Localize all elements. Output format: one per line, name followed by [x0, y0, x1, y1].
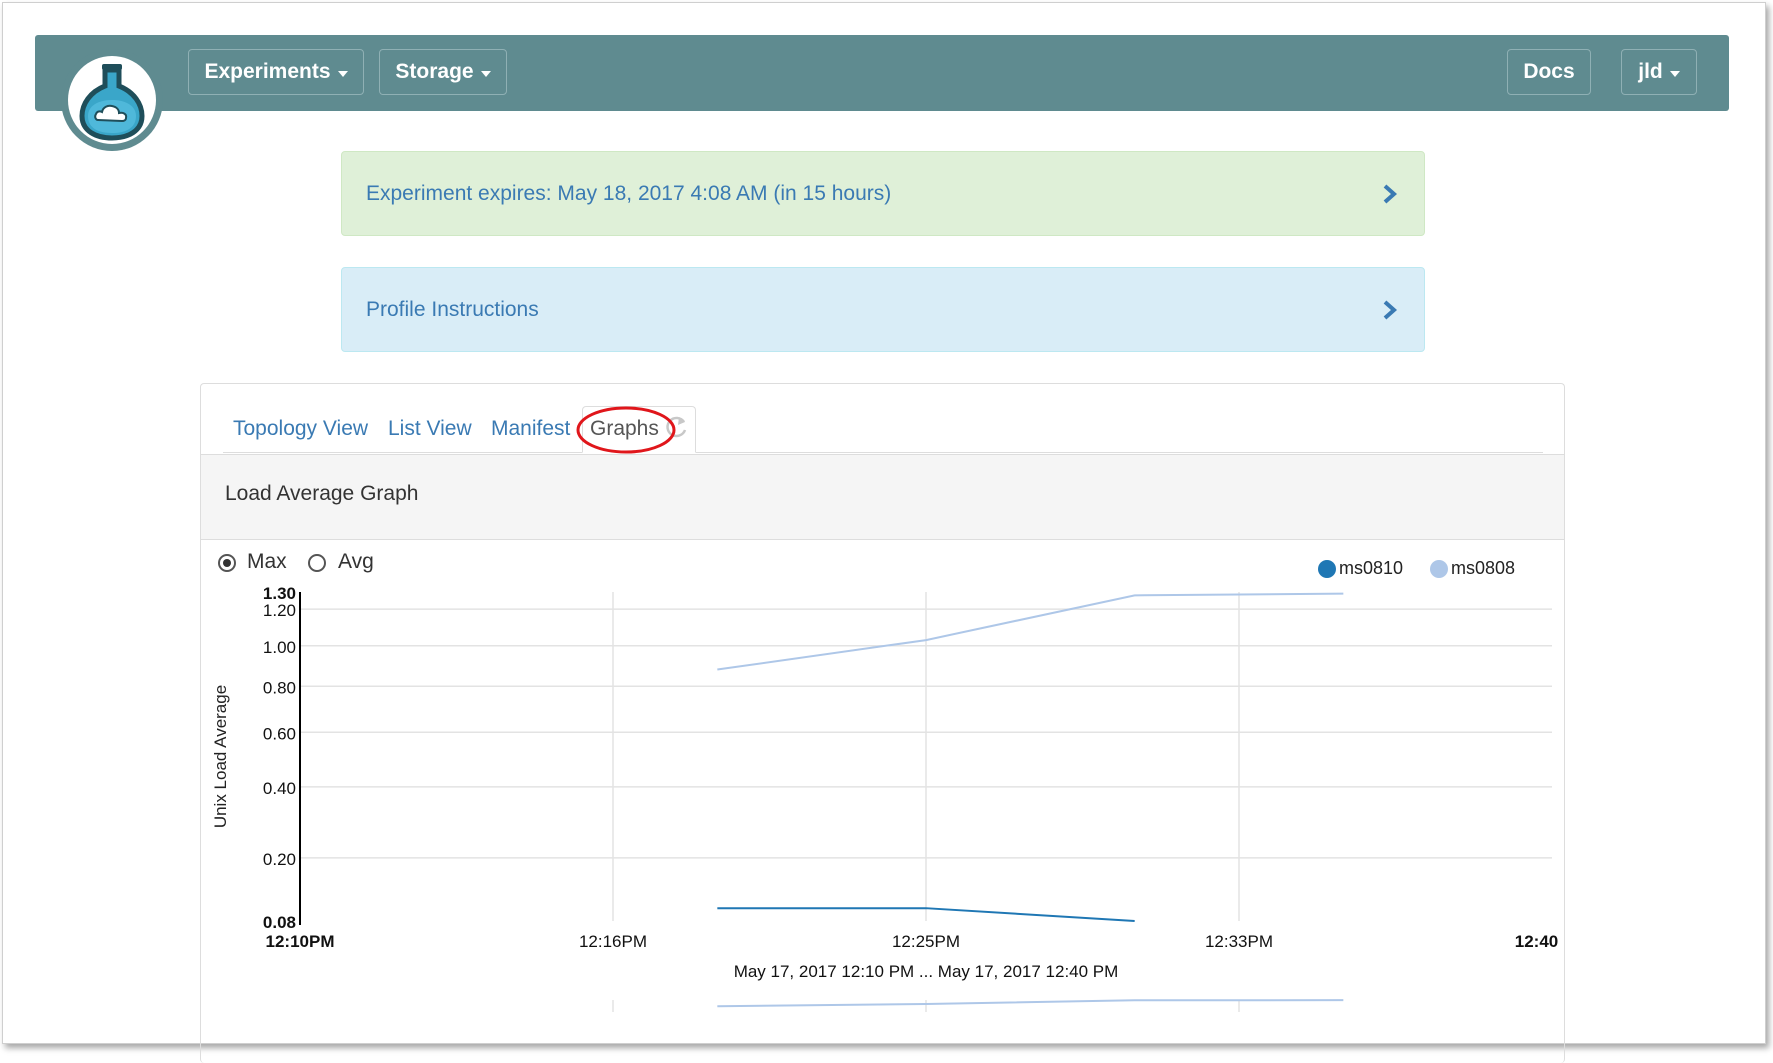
tab-topology-view[interactable]: Topology View — [233, 414, 368, 444]
caret-down-icon — [337, 70, 348, 77]
tabs-divider — [223, 452, 1543, 453]
tab-manifest[interactable]: Manifest — [491, 414, 570, 444]
profile-instructions-text: Profile Instructions — [366, 297, 539, 321]
docs-label: Docs — [1523, 60, 1575, 83]
max-radio[interactable] — [218, 554, 236, 572]
experiments-label: Experiments — [204, 60, 331, 83]
legend-dot-ms0808[interactable] — [1430, 560, 1448, 578]
docs-button[interactable]: Docs — [1507, 49, 1591, 95]
chevron-right-icon — [1383, 300, 1398, 320]
legend-label-ms0808: ms0808 — [1451, 558, 1516, 578]
storage-menu-button[interactable]: Storage — [379, 49, 507, 95]
max-label: Max — [247, 550, 287, 573]
tab-list-view[interactable]: List View — [388, 414, 472, 444]
chevron-right-icon — [1383, 184, 1398, 204]
profile-instructions-alert[interactable]: Profile Instructions — [341, 267, 1425, 352]
experiments-menu-button[interactable]: Experiments — [188, 49, 364, 95]
user-label: jld — [1638, 60, 1663, 83]
user-menu-button[interactable]: jld — [1621, 49, 1697, 95]
caret-down-icon — [1669, 70, 1680, 77]
avg-label: Avg — [338, 550, 374, 573]
caret-down-icon — [480, 70, 491, 77]
legend-label-ms0810: ms0810 — [1339, 558, 1404, 578]
legend-dot-ms0810[interactable] — [1318, 560, 1336, 578]
logo[interactable] — [61, 49, 163, 151]
expiration-text: Experiment expires: May 18, 2017 4:08 AM… — [366, 181, 892, 205]
highlight-circle-annotation — [576, 406, 676, 454]
flask-icon — [68, 56, 156, 144]
expiration-alert[interactable]: Experiment expires: May 18, 2017 4:08 AM… — [341, 151, 1425, 236]
avg-radio[interactable] — [308, 554, 326, 572]
graph-title: Load Average Graph — [225, 482, 419, 505]
storage-label: Storage — [395, 60, 474, 83]
